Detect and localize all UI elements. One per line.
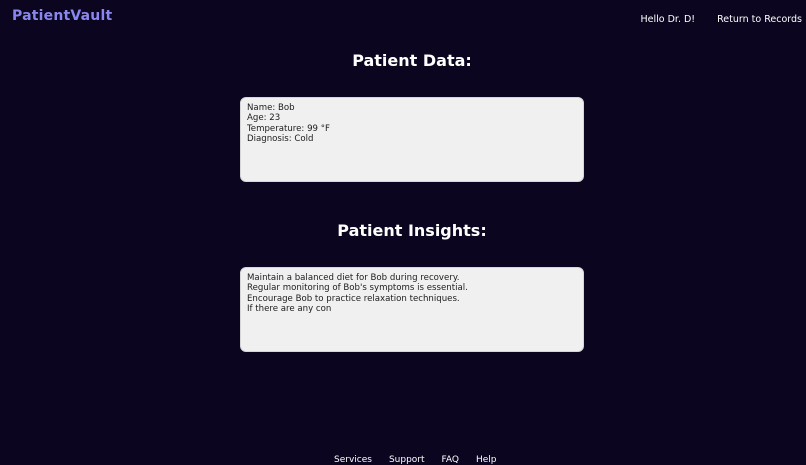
insight-line: Encourage Bob to practice relaxation tec… bbox=[247, 293, 460, 304]
patient-data-title: Patient Data: bbox=[352, 51, 472, 70]
patient-insights-card: Maintain a balanced diet for Bob during … bbox=[240, 267, 584, 352]
patient-insights-title: Patient Insights: bbox=[337, 221, 487, 240]
patient-diagnosis-line: Diagnosis: Cold bbox=[247, 134, 314, 145]
patient-age-line: Age: 23 bbox=[247, 113, 281, 124]
footer-nav: Services Support FAQ Help bbox=[334, 455, 497, 465]
patient-name-line: Name: Bob bbox=[247, 103, 295, 113]
return-to-records-link[interactable]: Return to Records bbox=[717, 14, 802, 25]
user-greeting: Hello Dr. D! bbox=[640, 14, 696, 25]
footer-link-faq[interactable]: FAQ bbox=[442, 455, 459, 465]
insight-line: Maintain a balanced diet for Bob during … bbox=[247, 273, 460, 283]
footer-link-support[interactable]: Support bbox=[389, 455, 425, 465]
insight-line: Regular monitoring of Bob's symptoms is … bbox=[247, 283, 468, 294]
patient-temperature-line: Temperature: 99 °F bbox=[247, 123, 330, 134]
patient-data-card: Name: Bob Age: 23 Temperature: 99 °F Dia… bbox=[240, 97, 584, 182]
top-nav: Hello Dr. D! Return to Records bbox=[641, 14, 803, 25]
footer-link-help[interactable]: Help bbox=[476, 455, 497, 465]
footer-link-services[interactable]: Services bbox=[334, 455, 372, 465]
insight-line: If there are any con bbox=[247, 304, 332, 315]
brand-logo[interactable]: PatientVault bbox=[12, 8, 112, 24]
